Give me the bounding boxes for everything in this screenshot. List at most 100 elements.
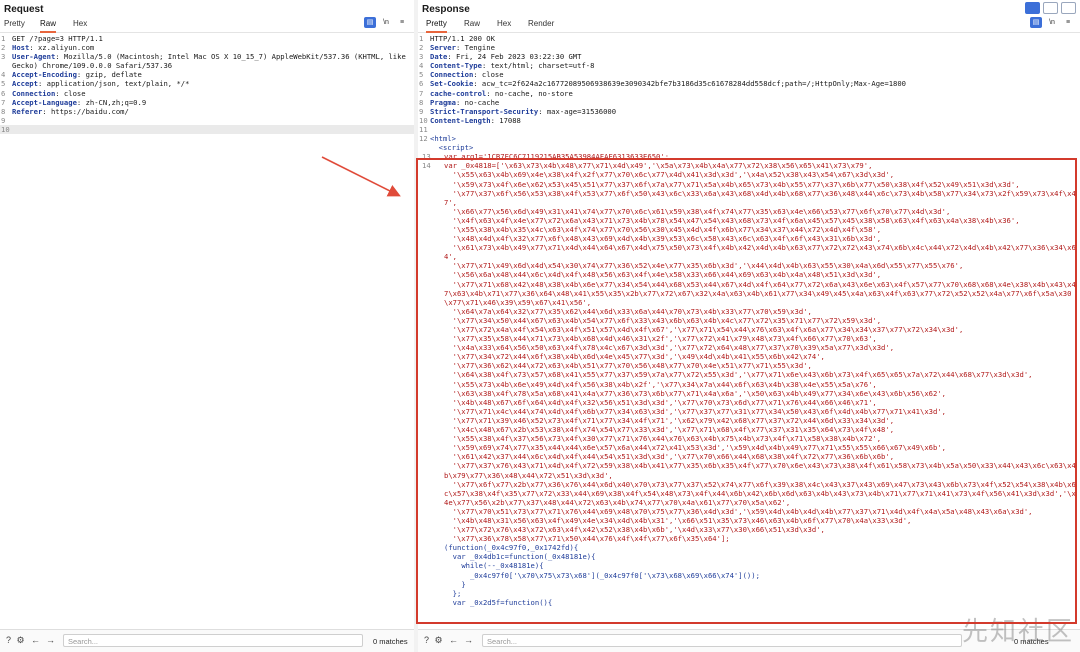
header-name: Accept (12, 79, 38, 89)
code-text: '\x61\x73\x4b\x49\x77\x71\x4d\x44\x64\x6… (444, 243, 1076, 262)
code-text: '\x55\x63\x4b\x69\x4e\x38\x4f\x2f\x77\x7… (444, 170, 895, 180)
js-line: '\x56\x6a\x48\x44\x6c\x4d\x4f\x48\x56\x6… (418, 270, 1080, 279)
code-text: '\x64\x38\x4f\x73\x57\x68\x41\x55\x77\x3… (444, 370, 1033, 380)
js-line: '\x77\x70\x51\x73\x77\x71\x76\x44\x69\x4… (418, 507, 1080, 516)
code-text: '\x66\x77\x56\x6d\x49\x31\x41\x74\x77\x7… (444, 206, 951, 216)
code-text: '\x59\x69\x74\x77\x35\x44\x44\x6e\x57\x6… (444, 443, 946, 453)
code-text: '\x77\x37\x76\x43\x71\x4d\x4f\x72\x59\x3… (444, 461, 1076, 480)
js-function-line: _0x4c97f0['\x70\x75\x73\x68'](_0x4c97f0[… (418, 571, 1080, 580)
tab-render[interactable]: Render (528, 17, 554, 31)
code-text: var _0x2d5f=function(){ (444, 597, 553, 607)
js-line: '\x77\x34\x50\x44\x67\x63\x4b\x54\x77\x6… (418, 316, 1080, 325)
js-line: '\x48\x4d\x4f\x32\x77\x6f\x48\x43\x69\x4… (418, 234, 1080, 243)
tab-pretty[interactable]: Pretty (426, 17, 447, 33)
js-line: '\x77\x35\x58\x44\x71\x73\x4b\x68\x4d\x4… (418, 334, 1080, 343)
tab-raw[interactable]: Raw (40, 17, 57, 33)
line-number: 7 (419, 88, 424, 98)
js-line: '\x77\x36\x62\x44\x72\x63\x4b\x51\x77\x7… (418, 361, 1080, 370)
tab-hex[interactable]: Hex (497, 17, 511, 31)
tab-raw[interactable]: Raw (464, 17, 480, 31)
newline-toggle[interactable]: \n (380, 17, 392, 28)
pretty-toggle-icon[interactable]: ▤ (364, 17, 376, 28)
request-editor[interactable]: 1 GET /?page=3 HTTP/1.1 2 Host: xz.aliyun.c… (0, 34, 414, 134)
menu-icon[interactable]: ≡ (396, 17, 408, 28)
code-text: '\x4c\x48\x67\x2b\x53\x38\x4f\x74\x54\x7… (444, 425, 895, 435)
header-name: User-Agent (12, 52, 56, 62)
header-name: Accept-Language (12, 97, 77, 107)
forward-arrow-icon[interactable]: → (45, 635, 56, 646)
code-text: '\x55\x73\x4b\x6e\x49\x4d\x4f\x56\x38\x4… (444, 379, 877, 389)
js-line: '\x77\x71\x68\x42\x48\x38\x4b\x6e\x77\x3… (418, 280, 1080, 307)
header-name: Connection (12, 88, 56, 98)
pretty-toggle-icon[interactable]: ▤ (1030, 17, 1042, 28)
code-text: _0x4c97f0['\x70\x75\x73\x68'](_0x4c97f0[… (444, 570, 760, 580)
code-text: '\x64\x7a\x64\x32\x77\x35\x62\x44\x6d\x3… (444, 306, 812, 316)
header-name: Server (430, 43, 456, 53)
response-line: 5 Connection: close (418, 70, 1080, 79)
tab-hex[interactable]: Hex (73, 17, 87, 31)
header-value: : 17088 (490, 115, 521, 125)
response-search-input[interactable]: Search... (482, 634, 962, 647)
header-value: : Fri, 24 Feb 2023 03:22:30 GMT (447, 52, 582, 62)
line-number: 14 (422, 161, 431, 171)
layout-side-by-side-icon[interactable] (1025, 2, 1040, 14)
js-function-line: }; (418, 589, 1080, 598)
js-line: '\x77\x71\x49\x6d\x4d\x54\x30\x74\x77\x3… (418, 261, 1080, 270)
js-line: '\x4b\x48\x31\x56\x63\x4f\x49\x4e\x34\x4… (418, 516, 1080, 525)
tab-pretty[interactable]: Pretty (4, 17, 25, 31)
code-text: '\x77\x34\x50\x44\x67\x63\x4b\x54\x77\x6… (444, 315, 882, 325)
help-icon[interactable]: ? (421, 635, 432, 646)
line-number: 3 (1, 52, 6, 62)
js-function-line: var _0x2d5f=function(){ (418, 598, 1080, 607)
code-text: '\x48\x4d\x4f\x32\x77\x6f\x48\x43\x69\x4… (444, 234, 882, 244)
request-footer: ? ⚙ ← → Search... 0 matches (0, 629, 414, 652)
code-text: '\x4b\x48\x67\x6f\x64\x4d\x4f\x32\x56\x5… (444, 397, 877, 407)
request-line: 4 Accept-Encoding: gzip, deflate (0, 70, 414, 79)
header-name: Set-Cookie (430, 79, 474, 89)
menu-icon[interactable]: ≡ (1062, 17, 1074, 28)
settings-icon[interactable]: ⚙ (15, 635, 26, 646)
code-text: }; (444, 588, 462, 598)
line-number: 11 (419, 124, 428, 134)
forward-arrow-icon[interactable]: → (463, 635, 474, 646)
header-name: Connection (430, 70, 474, 80)
js-line: '\x59\x73\x4f\x6e\x62\x53\x45\x51\x77\x3… (418, 180, 1080, 189)
response-line: 8 Pragma: no-cache (418, 98, 1080, 107)
newline-toggle[interactable]: \n (1046, 17, 1058, 28)
response-editor[interactable]: 1 HTTP/1.1 200 OK 2 Server: Tengine 3 Date: F… (418, 34, 1080, 607)
code-text: '\x61\x42\x37\x44\x6c\x4d\x4f\x44\x54\x5… (444, 452, 895, 462)
response-pane: Response Pretty Raw Hex Render ▤ \n ≡ 1H… (418, 0, 1080, 652)
header-value: : gzip, deflate (76, 70, 142, 80)
line-number: 4 (1, 70, 6, 80)
header-name: Host (12, 43, 30, 53)
js-function-line: } (418, 580, 1080, 589)
line-number: 3 (419, 52, 424, 62)
code-text: (function(_0x4c97f0,_0x1742fd){ (444, 543, 579, 553)
back-arrow-icon[interactable]: ← (448, 635, 459, 646)
js-line: '\x63\x38\x4f\x78\x5a\x68\x41\x4a\x77\x3… (418, 389, 1080, 398)
request-line: 8 Referer: https://baidu.com/ (0, 107, 414, 116)
header-name: Strict-Transport-Security (430, 106, 539, 116)
code-text: '\x55\x38\x4b\x35\x4c\x63\x4f\x74\x77\x7… (444, 224, 882, 234)
help-icon[interactable]: ? (3, 635, 14, 646)
js-line: '\x4c\x48\x67\x2b\x53\x38\x4f\x74\x54\x7… (418, 425, 1080, 434)
settings-icon[interactable]: ⚙ (433, 635, 444, 646)
code-text: '\x55\x38\x4f\x37\x56\x73\x4f\x30\x77\x7… (444, 434, 882, 444)
code-text: '\x77\x37\x6f\x56\x53\x38\x4f\x53\x77\x6… (444, 188, 1076, 207)
header-value: : Tengine (455, 43, 495, 53)
code-text: '\x77\x71\x39\x46\x52\x73\x4f\x71\x77\x3… (444, 415, 895, 425)
header-value: : application/json, text/plain, */* (37, 79, 190, 89)
code-text: '\x77\x35\x58\x44\x71\x73\x4b\x68\x4d\x4… (444, 334, 877, 344)
js-line: '\x77\x6f\x77\x2b\x77\x36\x76\x44\x6d\x4… (418, 480, 1080, 507)
request-line: 10 (0, 124, 414, 134)
request-line: 2 Host: xz.aliyun.com (0, 43, 414, 52)
layout-stacked-icon[interactable] (1043, 2, 1058, 14)
header-value: : acw_tc=2f624a2c16772089506938639e30903… (473, 79, 907, 89)
request-title: Request (4, 4, 44, 15)
response-line: 7 cache-control: no-cache, no-store (418, 89, 1080, 98)
header-value: : Mozilla/5.0 (Macintosh; Intel Mac OS X… (12, 52, 411, 71)
request-search-input[interactable]: Search... (63, 634, 363, 647)
back-arrow-icon[interactable]: ← (30, 635, 41, 646)
layout-single-icon[interactable] (1061, 2, 1076, 14)
js-line: '\x77\x72\x76\x43\x72\x63\x4f\x42\x52\x3… (418, 525, 1080, 534)
